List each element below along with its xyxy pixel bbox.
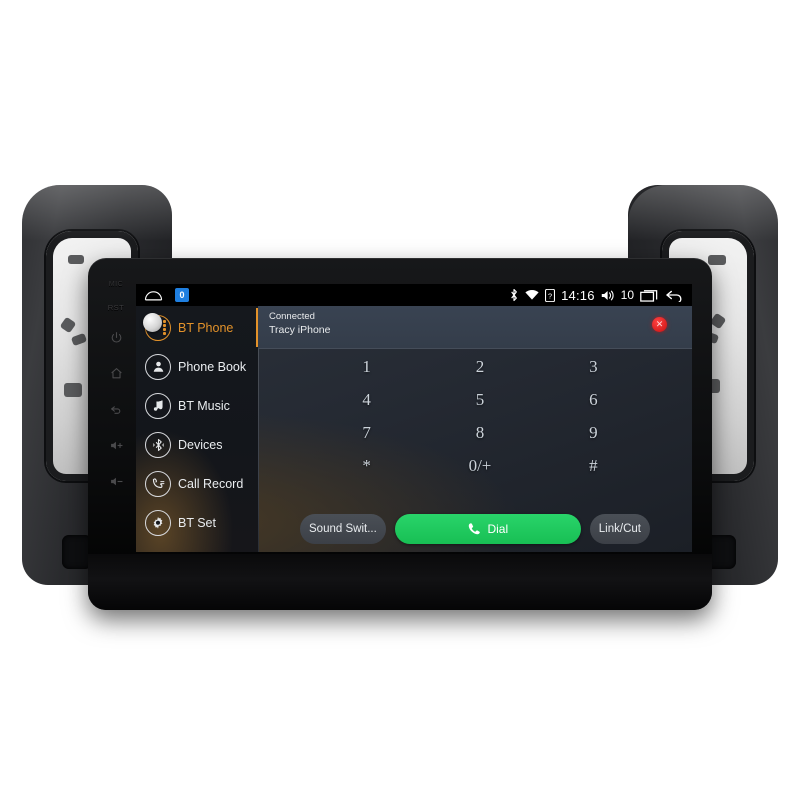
keypad-key-4[interactable]: 4 bbox=[310, 383, 423, 416]
sidebar-item-devices[interactable]: Devices bbox=[136, 425, 258, 464]
disconnect-icon[interactable]: ✕ bbox=[652, 317, 667, 332]
keypad-key-3[interactable]: 3 bbox=[537, 350, 650, 383]
back-icon[interactable] bbox=[665, 288, 684, 302]
keypad-key-zero[interactable]: 0/+ bbox=[423, 449, 536, 482]
status-bar: 0 ? 14:16 10 bbox=[136, 284, 692, 306]
hardware-key-strip: MIC RST bbox=[96, 274, 136, 574]
keypad-key-6[interactable]: 6 bbox=[537, 383, 650, 416]
lcd-screen: 0 ? 14:16 10 BT Phone Phone Book BT Musi… bbox=[136, 284, 692, 552]
sound-switch-button[interactable]: Sound Swit... bbox=[300, 514, 386, 544]
sidebar-item-label: BT Music bbox=[178, 398, 230, 413]
keypad-key-2[interactable]: 2 bbox=[423, 350, 536, 383]
sim-card-icon: ? bbox=[545, 288, 556, 302]
connection-status-text: Connected bbox=[269, 311, 315, 322]
trim-clip bbox=[70, 332, 88, 347]
home-icon[interactable] bbox=[144, 289, 163, 302]
sidebar-item-label: Phone Book bbox=[178, 359, 247, 374]
sidebar-item-bt-set[interactable]: BT Set bbox=[136, 503, 258, 542]
bt-phone-icon bbox=[143, 312, 171, 341]
wifi-icon bbox=[525, 289, 539, 301]
reset-label: RST bbox=[107, 302, 125, 312]
phone-handset-icon bbox=[467, 522, 481, 536]
volume-icon bbox=[601, 289, 615, 302]
music-note-icon bbox=[145, 392, 171, 419]
volume-level: 10 bbox=[620, 288, 634, 302]
clock-time: 14:16 bbox=[561, 287, 595, 303]
connected-device-name: Tracy iPhone bbox=[269, 324, 331, 336]
trim-clip bbox=[59, 316, 77, 334]
sidebar-item-bt-phone[interactable]: BT Phone bbox=[136, 308, 258, 347]
trim-clip bbox=[709, 312, 727, 330]
dial-keypad: 1 2 3 4 5 6 7 8 9 * 0/+ # bbox=[258, 350, 692, 482]
contact-icon bbox=[145, 353, 171, 380]
volume-up-button[interactable] bbox=[99, 428, 133, 462]
gear-icon bbox=[145, 509, 171, 536]
sidebar-item-label: Call Record bbox=[178, 476, 244, 491]
call-record-icon bbox=[145, 470, 171, 497]
trim-clip bbox=[708, 255, 726, 265]
dial-button-label: Dial bbox=[487, 522, 509, 536]
action-button-row: Sound Swit... Dial Link/Cut bbox=[258, 512, 692, 546]
dash-trim-highlight-right bbox=[628, 185, 778, 241]
recents-icon[interactable] bbox=[640, 289, 659, 302]
back-button[interactable] bbox=[99, 392, 133, 426]
sidebar-item-label: BT Set bbox=[178, 515, 216, 530]
screenshot-stage: MIC RST 0 ? 14:16 10 BT Phone Phone Book… bbox=[0, 0, 800, 800]
dial-button[interactable]: Dial bbox=[394, 514, 581, 544]
svg-text:?: ? bbox=[548, 291, 552, 300]
volume-down-button[interactable] bbox=[99, 464, 133, 498]
mic-label: MIC bbox=[108, 280, 124, 288]
head-unit: MIC RST 0 ? 14:16 10 BT Phone Phone Book… bbox=[88, 258, 712, 610]
trim-clip bbox=[68, 255, 84, 264]
connection-status-bar: Connected Tracy iPhone ✕ bbox=[258, 306, 692, 349]
bluetooth-phone-app: BT Phone Phone Book BT Music Devices Cal… bbox=[136, 306, 692, 552]
keypad-key-7[interactable]: 7 bbox=[310, 416, 423, 449]
sidebar-item-bt-music[interactable]: BT Music bbox=[136, 386, 258, 425]
home-button[interactable] bbox=[99, 356, 133, 390]
sidebar-item-label: BT Phone bbox=[178, 320, 234, 335]
dash-trim-highlight-left bbox=[22, 185, 172, 241]
bluetooth-icon bbox=[509, 288, 519, 302]
keypad-key-5[interactable]: 5 bbox=[423, 383, 536, 416]
sidebar: BT Phone Phone Book BT Music Devices Cal… bbox=[136, 306, 258, 552]
sidebar-item-call-record[interactable]: Call Record bbox=[136, 464, 258, 503]
bluetooth-icon bbox=[145, 431, 171, 458]
trim-clip bbox=[64, 383, 82, 397]
keypad-key-9[interactable]: 9 bbox=[537, 416, 650, 449]
power-button[interactable] bbox=[99, 320, 133, 354]
link-cut-button[interactable]: Link/Cut bbox=[589, 514, 650, 544]
keypad-key-hash[interactable]: # bbox=[537, 449, 650, 482]
keypad-key-8[interactable]: 8 bbox=[423, 416, 536, 449]
content-pane: Connected Tracy iPhone ✕ 1 2 3 4 5 6 7 8… bbox=[258, 306, 692, 552]
sidebar-item-label: Devices bbox=[178, 437, 223, 452]
sidebar-item-phone-book[interactable]: Phone Book bbox=[136, 347, 258, 386]
notification-badge-icon[interactable]: 0 bbox=[175, 288, 189, 302]
keypad-key-star[interactable]: * bbox=[310, 449, 423, 482]
keypad-key-1[interactable]: 1 bbox=[310, 350, 423, 383]
